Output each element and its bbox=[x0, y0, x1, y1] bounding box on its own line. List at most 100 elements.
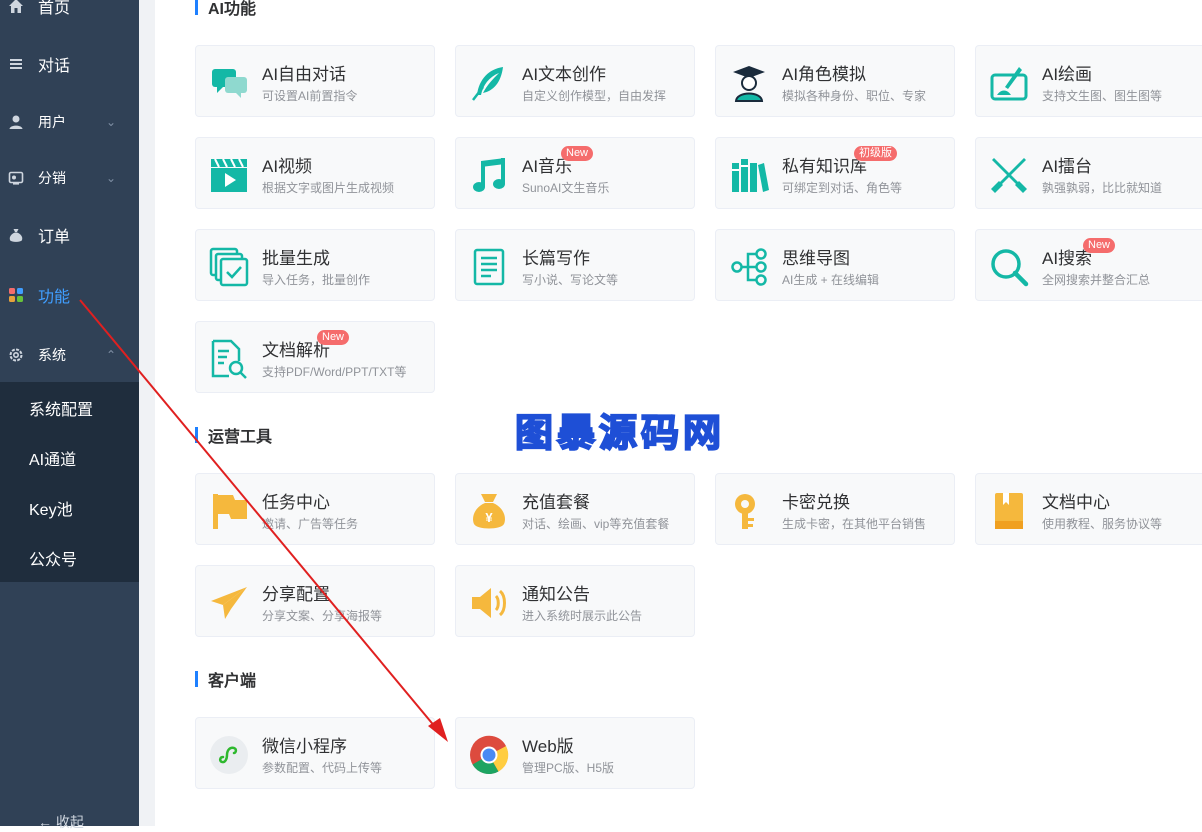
collapse-arrow-icon: ← bbox=[38, 814, 52, 830]
card-web-version[interactable]: Web版 管理PC版、H5版 bbox=[455, 717, 695, 789]
sidebar-item-label: 功能 bbox=[38, 289, 71, 306]
sidebar-item-home[interactable]: 首页 bbox=[0, 0, 139, 26]
card-desc: SunoAI文生音乐 bbox=[522, 181, 610, 195]
card-ai-music[interactable]: AI音乐 SunoAI文生音乐 New bbox=[455, 137, 695, 209]
submenu-item-system-config[interactable]: 系统配置 bbox=[29, 396, 93, 420]
submenu-item-key-pool[interactable]: Key池 bbox=[29, 496, 73, 520]
key-icon bbox=[728, 490, 770, 532]
graduate-icon bbox=[728, 62, 770, 104]
sidebar-item-system[interactable]: 系统 ⌃ bbox=[0, 335, 139, 375]
card-ai-search[interactable]: AI搜索 全网搜索并整合汇总 New bbox=[975, 229, 1202, 301]
card-knowledge-base[interactable]: 私有知识库 可绑定到对话、角色等 初级版 bbox=[715, 137, 955, 209]
submenu-item-ai-channel[interactable]: AI通道 bbox=[29, 446, 76, 470]
card-desc: AI生成 + 在线编辑 bbox=[782, 273, 880, 287]
card-desc: 支持PDF/Word/PPT/TXT等 bbox=[262, 365, 407, 379]
card-title: AI角色模拟 bbox=[782, 65, 867, 84]
new-badge: New bbox=[317, 330, 350, 345]
card-title: AI文本创作 bbox=[522, 65, 607, 84]
card-ai-writing[interactable]: AI文本创作 自定义创作模型，自由发挥 bbox=[455, 45, 695, 117]
svg-text:¥: ¥ bbox=[485, 510, 493, 525]
card-doc-parse[interactable]: 文档解析 支持PDF/Word/PPT/TXT等 New bbox=[195, 321, 435, 393]
card-title: 充值套餐 bbox=[522, 493, 590, 512]
music-note-icon bbox=[468, 154, 510, 196]
batch-check-icon bbox=[208, 246, 250, 288]
card-desc: 可绑定到对话、角色等 bbox=[782, 181, 903, 195]
card-title: 思维导图 bbox=[782, 249, 850, 268]
collapse-button[interactable]: ← 收起 bbox=[38, 812, 84, 832]
card-desc: 生成卡密，在其他平台销售 bbox=[782, 517, 927, 531]
card-desc: 使用教程、服务协议等 bbox=[1042, 517, 1163, 531]
card-ai-chat[interactable]: AI自由对话 可设置AI前置指令 bbox=[195, 45, 435, 117]
books-icon bbox=[728, 154, 770, 196]
card-ai-painting[interactable]: AI绘画 支持文生图、图生图等 bbox=[975, 45, 1202, 117]
card-long-writing[interactable]: 长篇写作 写小说、写论文等 bbox=[455, 229, 695, 301]
card-share-config[interactable]: 分享配置 分享文案、分享海报等 bbox=[195, 565, 435, 637]
video-clapper-icon bbox=[208, 154, 250, 196]
card-title: AI擂台 bbox=[1042, 157, 1093, 176]
sidebar-item-features[interactable]: 功能 bbox=[0, 275, 139, 315]
sidebar-item-chat[interactable]: 对话 bbox=[0, 44, 139, 84]
money-bag-icon: ¥ bbox=[468, 490, 510, 532]
sidebar-item-label: 用户 bbox=[38, 114, 66, 130]
home-icon bbox=[8, 0, 24, 14]
card-title: AI绘画 bbox=[1042, 65, 1093, 84]
sidebar-item-distribution[interactable]: 分销 ⌄ bbox=[0, 158, 139, 198]
card-ai-video[interactable]: AI视频 根据文字或图片生成视频 bbox=[195, 137, 435, 209]
card-doc-center[interactable]: 文档中心 使用教程、服务协议等 bbox=[975, 473, 1202, 545]
chrome-icon bbox=[468, 734, 510, 776]
card-desc: 管理PC版、H5版 bbox=[522, 761, 615, 775]
card-desc: 自定义创作模型，自由发挥 bbox=[522, 89, 667, 103]
card-task-center[interactable]: 任务中心 邀请、广告等任务 bbox=[195, 473, 435, 545]
new-badge: New bbox=[561, 146, 594, 161]
card-desc: 进入系统时展示此公告 bbox=[522, 609, 643, 623]
card-ai-arena[interactable]: AI擂台 孰强孰弱，比比就知道 bbox=[975, 137, 1202, 209]
card-title: 批量生成 bbox=[262, 249, 330, 268]
card-title: AI自由对话 bbox=[262, 65, 347, 84]
card-title: 任务中心 bbox=[262, 493, 330, 512]
card-notice[interactable]: 通知公告 进入系统时展示此公告 bbox=[455, 565, 695, 637]
card-desc: 模拟各种身份、职位、专家 bbox=[782, 89, 927, 103]
section-title-client: 客户端 bbox=[195, 667, 256, 691]
chat-bubbles-icon bbox=[208, 62, 250, 104]
sidebar-item-label: 分销 bbox=[38, 170, 66, 186]
card-batch-generate[interactable]: 批量生成 导入任务，批量创作 bbox=[195, 229, 435, 301]
card-card-redeem[interactable]: 卡密兑换 生成卡密，在其他平台销售 bbox=[715, 473, 955, 545]
new-badge: New bbox=[1083, 238, 1116, 253]
card-mind-map[interactable]: 思维导图 AI生成 + 在线编辑 bbox=[715, 229, 955, 301]
card-wechat-miniprogram[interactable]: 微信小程序 参数配置、代码上传等 bbox=[195, 717, 435, 789]
level-badge: 初级版 bbox=[854, 146, 897, 161]
section-title-ai: AI功能 bbox=[195, 0, 256, 19]
user-icon bbox=[8, 114, 24, 130]
card-desc: 导入任务，批量创作 bbox=[262, 273, 371, 287]
paint-board-icon bbox=[988, 62, 1030, 104]
sidebar-item-user[interactable]: 用户 ⌄ bbox=[0, 102, 139, 142]
card-desc: 写小说、写论文等 bbox=[522, 273, 619, 287]
document-icon bbox=[468, 246, 510, 288]
card-desc: 参数配置、代码上传等 bbox=[262, 761, 383, 775]
chevron-down-icon: ⌄ bbox=[106, 115, 117, 129]
section-title-ops: 运营工具 bbox=[195, 423, 272, 447]
feather-icon bbox=[468, 62, 510, 104]
card-title: AI视频 bbox=[262, 157, 313, 176]
sidebar-item-orders[interactable]: 订单 bbox=[0, 215, 139, 255]
card-recharge-plan[interactable]: ¥ 充值套餐 对话、绘画、vip等充值套餐 bbox=[455, 473, 695, 545]
card-desc: 孰强孰弱，比比就知道 bbox=[1042, 181, 1163, 195]
card-desc: 支持文生图、图生图等 bbox=[1042, 89, 1163, 103]
paper-plane-icon bbox=[208, 582, 250, 624]
card-desc: 根据文字或图片生成视频 bbox=[262, 181, 395, 195]
chevron-down-icon: ⌄ bbox=[106, 171, 117, 185]
submenu-item-official-account[interactable]: 公众号 bbox=[29, 546, 77, 570]
sidebar-item-label: 系统 bbox=[38, 347, 66, 363]
chevron-up-icon: ⌃ bbox=[106, 348, 117, 362]
card-desc: 对话、绘画、vip等充值套餐 bbox=[522, 517, 670, 531]
card-title: 文档中心 bbox=[1042, 493, 1110, 512]
speaker-icon bbox=[468, 582, 510, 624]
grid-icon bbox=[8, 287, 24, 303]
card-ai-role[interactable]: AI角色模拟 模拟各种身份、职位、专家 bbox=[715, 45, 955, 117]
flag-icon bbox=[208, 490, 250, 532]
sidebar-item-label: 对话 bbox=[38, 58, 71, 75]
card-desc: 可设置AI前置指令 bbox=[262, 89, 358, 103]
mind-map-icon bbox=[728, 246, 770, 288]
card-title: 通知公告 bbox=[522, 585, 590, 604]
card-desc: 邀请、广告等任务 bbox=[262, 517, 359, 531]
